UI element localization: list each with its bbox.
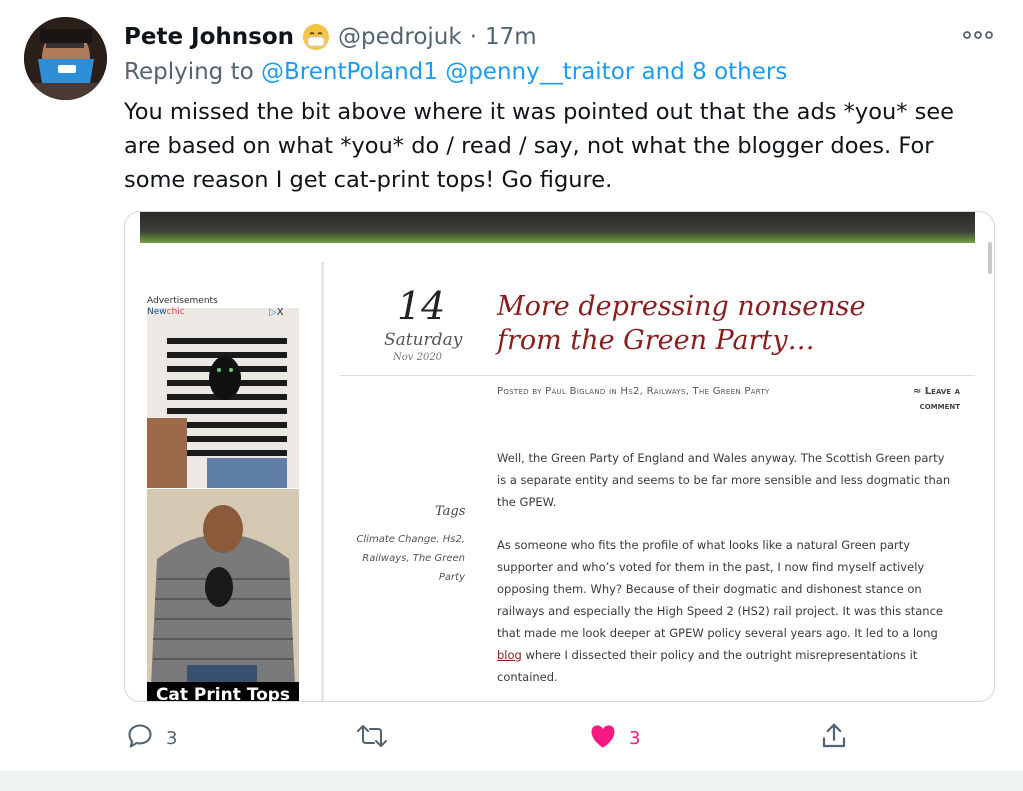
attached-image-card[interactable]: Advertisements Newchic ▷X Cat Print Tops… — [124, 211, 995, 702]
separator-dot: · — [469, 24, 478, 50]
retweet-icon — [356, 722, 388, 754]
like-button[interactable]: 3 — [589, 720, 640, 756]
ad-close-icon[interactable]: X — [277, 307, 284, 318]
replying-to: Replying to @BrentPoland1 @penny__traito… — [124, 59, 787, 85]
retweet-button[interactable] — [356, 720, 400, 756]
post-date-weekday: Saturday — [384, 330, 463, 350]
ad-choices-icon[interactable]: ▷X — [269, 307, 284, 318]
reply-mention-2[interactable]: @penny__traitor — [445, 59, 634, 85]
reply-count: 3 — [166, 727, 178, 749]
reply-button[interactable]: 3 — [126, 720, 177, 756]
ad-image-striped-top — [147, 308, 299, 488]
reply-mention-1[interactable]: @BrentPoland1 — [261, 59, 438, 85]
author-name[interactable]: Pete Johnson — [124, 24, 294, 50]
more-options-icon[interactable] — [962, 27, 994, 43]
title-divider — [340, 375, 975, 376]
tweet-text: You missed the bit above where it was po… — [124, 99, 955, 193]
avatar[interactable] — [24, 17, 107, 100]
post-paragraph-2: As someone who fits the profile of what … — [497, 534, 957, 688]
tweet-header: Pete Johnson @pedrojuk · 17m — [124, 22, 537, 52]
sidebar-divider — [321, 262, 324, 701]
face-with-medical-mask-icon — [302, 23, 330, 51]
post-date-month: Nov 2020 — [393, 352, 443, 363]
ad-brand-prefix: New — [147, 307, 167, 317]
ad-banner-text[interactable]: Cat Print Tops — [147, 682, 299, 701]
paragraph-2-text: As someone who fits the profile of what … — [497, 538, 943, 640]
ad-choices-glyph: ▷ — [269, 307, 277, 318]
scrollbar — [988, 242, 992, 274]
paragraph-2-text-end: where I dissected their policy and the o… — [497, 648, 918, 684]
tweet-time[interactable]: 17m — [485, 24, 537, 50]
tags-title: Tags — [435, 504, 466, 519]
heart-icon — [589, 723, 617, 753]
post-paragraph-1: Well, the Green Party of England and Wal… — [497, 451, 951, 509]
tags-list[interactable]: Climate Change, Hs2, Railways, The Green… — [335, 530, 465, 587]
blog-link[interactable]: blog — [497, 648, 522, 662]
ad-image-hoodie — [147, 489, 299, 685]
reply-icon — [126, 722, 154, 754]
post-meta: Posted by Paul Bigland in Hs2, Railways,… — [497, 386, 770, 397]
timeline-divider — [0, 771, 1023, 791]
post-date-day: 14 — [397, 284, 446, 328]
ad-label: Advertisements — [147, 296, 218, 306]
author-handle[interactable]: @pedrojuk — [338, 24, 462, 50]
share-icon — [819, 721, 849, 755]
like-count: 3 — [629, 727, 641, 749]
post-title[interactable]: More depressing nonsense from the Green … — [497, 290, 927, 358]
reply-others[interactable]: and 8 others — [642, 59, 788, 85]
share-button[interactable] — [819, 720, 849, 756]
ad-brand-suffix: chic — [166, 307, 185, 317]
leave-comment-link[interactable]: ≈ Leave a comment — [885, 384, 960, 414]
ad-brand[interactable]: Newchic — [147, 307, 185, 317]
blog-header-banner — [140, 212, 975, 243]
reply-prefix: Replying to — [124, 59, 254, 85]
tweet-actions: 3 3 — [0, 720, 1023, 756]
